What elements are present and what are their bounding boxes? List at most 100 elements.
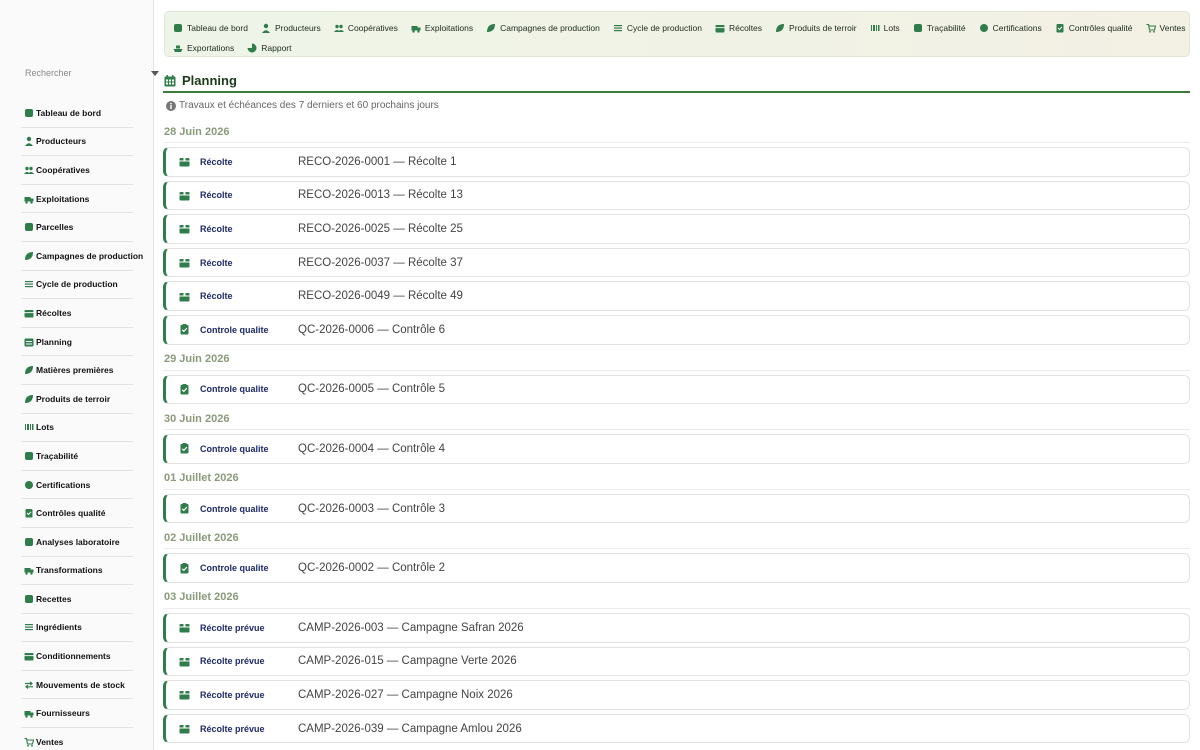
planning-event[interactable]: Récolte RECO-2026-0049 — Récolte 49 xyxy=(163,281,1190,311)
sidebar-item-produits-de-terroir[interactable]: Produits de terroir xyxy=(21,385,133,414)
box-icon xyxy=(179,259,190,268)
sidebar-item-fournisseurs[interactable]: Fournisseurs xyxy=(21,699,133,729)
sidebar-item-conditionnements[interactable]: Conditionnements xyxy=(21,642,133,671)
menu-item-rapport[interactable]: Rapport xyxy=(247,43,292,53)
certificate-icon xyxy=(25,480,33,489)
menu-item-lots[interactable]: Lots xyxy=(870,23,900,33)
planning-event[interactable]: Récolte RECO-2026-0037 — Récolte 37 xyxy=(163,247,1190,278)
planning-event[interactable]: Récolte RECO-2026-0013 — Récolte 13 xyxy=(163,180,1190,211)
sidebar-item-planning[interactable]: Planning xyxy=(21,328,133,357)
user-icon xyxy=(261,23,270,33)
ship-icon xyxy=(173,45,183,52)
clipboard-check-icon xyxy=(180,562,189,574)
sidebar-item-producteurs[interactable]: Producteurs xyxy=(21,128,133,157)
sidebar-item-label: Tableau de bord xyxy=(36,107,102,118)
menu-item-cooperatives[interactable]: Coopératives xyxy=(333,23,398,33)
box-icon xyxy=(715,25,725,33)
sidebar-item-label: Matières premières xyxy=(36,365,114,376)
event-title: QC-2026-0002 — Contrôle 2 xyxy=(298,562,446,575)
chevron-down-icon[interactable] xyxy=(151,71,159,76)
menu-item-produits-de-terroir[interactable]: Produits de terroir xyxy=(775,23,857,33)
menu-item-exploitations[interactable]: Exploitations xyxy=(411,23,473,33)
event-title: QC-2026-0004 — Contrôle 4 xyxy=(298,442,446,455)
cart-icon xyxy=(24,737,34,747)
sidebar-item-label: Mouvements de stock xyxy=(36,679,125,690)
menu-item-label: Coopératives xyxy=(347,23,398,33)
clipboard-check-icon xyxy=(180,324,189,335)
sidebar-item-label: Campagnes de production xyxy=(36,250,144,261)
sidebar-item-certifications[interactable]: Certifications xyxy=(21,471,133,500)
sidebar-item-tableau-de-bord[interactable]: Tableau de bord xyxy=(21,99,133,128)
menu-item-label: Traçabilité xyxy=(926,23,966,33)
sidebar-item-tracabilite[interactable]: Traçabilité xyxy=(21,442,133,471)
event-type: Controle qualite xyxy=(200,503,269,514)
sidebar-item-analyses-laboratoire[interactable]: Analyses laboratoire xyxy=(21,528,133,557)
sidebar-item-label: Fournisseurs xyxy=(36,708,90,719)
sidebar-item-recoltes[interactable]: Récoltes xyxy=(21,299,133,328)
planning-event[interactable]: Controle qualite QC-2026-0002 — Contrôle … xyxy=(163,553,1190,583)
event-type: Controle qualite xyxy=(200,324,269,335)
menu-item-producteurs[interactable]: Producteurs xyxy=(261,23,321,33)
box-icon xyxy=(24,309,34,318)
sidebar-item-matieres-premieres[interactable]: Matières premières xyxy=(21,356,133,385)
search-input[interactable] xyxy=(21,62,149,84)
menu-item-campagnes-de-production[interactable]: Campagnes de production xyxy=(486,23,600,33)
sidebar-item-controles-qualite[interactable]: Contrôles qualité xyxy=(21,499,133,528)
sidebar-item-transformations[interactable]: Transformations xyxy=(21,557,133,586)
sidebar-item-campagnes-de-production[interactable]: Campagnes de production xyxy=(21,242,143,271)
dashboard-icon xyxy=(174,24,182,32)
date-label: 01 Juillet 2026 xyxy=(163,468,1190,490)
sidebar-item-label: Cycle de production xyxy=(36,279,118,290)
sidebar-item-parcelles[interactable]: Parcelles xyxy=(21,213,133,242)
planning-event[interactable]: Récolte prévue CAMP-2026-027 — Campagne N… xyxy=(163,680,1190,710)
planning-event[interactable]: Controle qualite QC-2026-0005 — Contrôle … xyxy=(163,374,1190,405)
menu-item-controles-qualite[interactable]: Contrôles qualité xyxy=(1055,23,1133,33)
sidebar-item-label: Certifications xyxy=(36,479,91,490)
planning-event[interactable]: Récolte prévue CAMP-2026-003 — Campagne S… xyxy=(163,612,1190,643)
page-title: Planning xyxy=(182,73,237,88)
sidebar-item-cooperatives[interactable]: Coopératives xyxy=(21,156,133,185)
clipboard-check-icon xyxy=(1056,24,1064,33)
box-icon xyxy=(179,691,190,700)
menu-item-recoltes[interactable]: Récoltes xyxy=(715,23,762,33)
event-title: QC-2026-0006 — Contrôle 6 xyxy=(298,323,446,336)
menu-item-certifications[interactable]: Certifications xyxy=(979,23,1042,33)
menu-item-ventes[interactable]: Ventes xyxy=(1146,23,1186,33)
sidebar-item-lots[interactable]: Lots xyxy=(21,414,133,443)
event-type: Récolte prévue xyxy=(200,622,265,633)
menu-item-tracabilite[interactable]: Traçabilité xyxy=(913,23,966,33)
event-type: Récolte prévue xyxy=(200,689,265,700)
sidebar-item-label: Planning xyxy=(36,336,72,347)
sidebar-item-ventes[interactable]: Ventes xyxy=(21,728,133,750)
sprout-icon xyxy=(776,24,785,32)
dashboard-icon xyxy=(25,108,33,117)
event-title: CAMP-2026-027 — Campagne Noix 2026 xyxy=(298,688,513,701)
sidebar-item-label: Ventes xyxy=(36,736,64,747)
event-title: RECO-2026-0037 — Récolte 37 xyxy=(298,256,463,269)
menu-item-label: Rapport xyxy=(261,43,292,53)
sidebar-item-ingredients[interactable]: Ingrédients xyxy=(21,614,133,643)
planning-event[interactable]: Récolte prévue CAMP-2026-039 — Campagne A… xyxy=(163,713,1190,744)
event-title: RECO-2026-0001 — Récolte 1 xyxy=(298,155,457,168)
planning-event[interactable]: Controle qualite QC-2026-0004 — Contrôle … xyxy=(163,434,1190,464)
sidebar-nav: Tableau de bord Producteurs Coopératives Ex… xyxy=(21,99,143,750)
planning-event[interactable]: Récolte prévue CAMP-2026-015 — Campagne V… xyxy=(163,646,1190,677)
planning-event[interactable]: Récolte RECO-2026-0025 — Récolte 25 xyxy=(163,214,1190,244)
menu-item-cycle-de-production[interactable]: Cycle de production xyxy=(613,23,702,33)
sidebar-item-label: Parcelles xyxy=(36,222,74,233)
map-icon xyxy=(25,223,33,232)
sidebar-item-cycle-de-production[interactable]: Cycle de production xyxy=(21,271,133,300)
sidebar-item-label: Lots xyxy=(36,422,54,433)
planning-event[interactable]: Controle qualite QC-2026-0003 — Contrôle … xyxy=(163,493,1190,524)
menu-item-exportations[interactable]: Exportations xyxy=(173,43,234,53)
menu-item-tableau-de-bord[interactable]: Tableau de bord xyxy=(173,23,248,33)
planning-event[interactable]: Récolte RECO-2026-0001 — Récolte 1 xyxy=(163,147,1190,177)
menu-item-label: Producteurs xyxy=(274,23,321,33)
sidebar-item-exploitations[interactable]: Exploitations xyxy=(21,185,133,214)
sidebar-item-mouvements-de-stock[interactable]: Mouvements de stock xyxy=(21,671,133,700)
certificate-icon xyxy=(979,24,988,32)
sidebar-item-recettes[interactable]: Recettes xyxy=(21,585,133,614)
planning-event[interactable]: Controle qualite QC-2026-0006 — Contrôle … xyxy=(163,314,1190,345)
list-icon xyxy=(613,25,622,32)
sidebar: Tableau de bord Producteurs Coopératives Ex… xyxy=(0,0,159,750)
